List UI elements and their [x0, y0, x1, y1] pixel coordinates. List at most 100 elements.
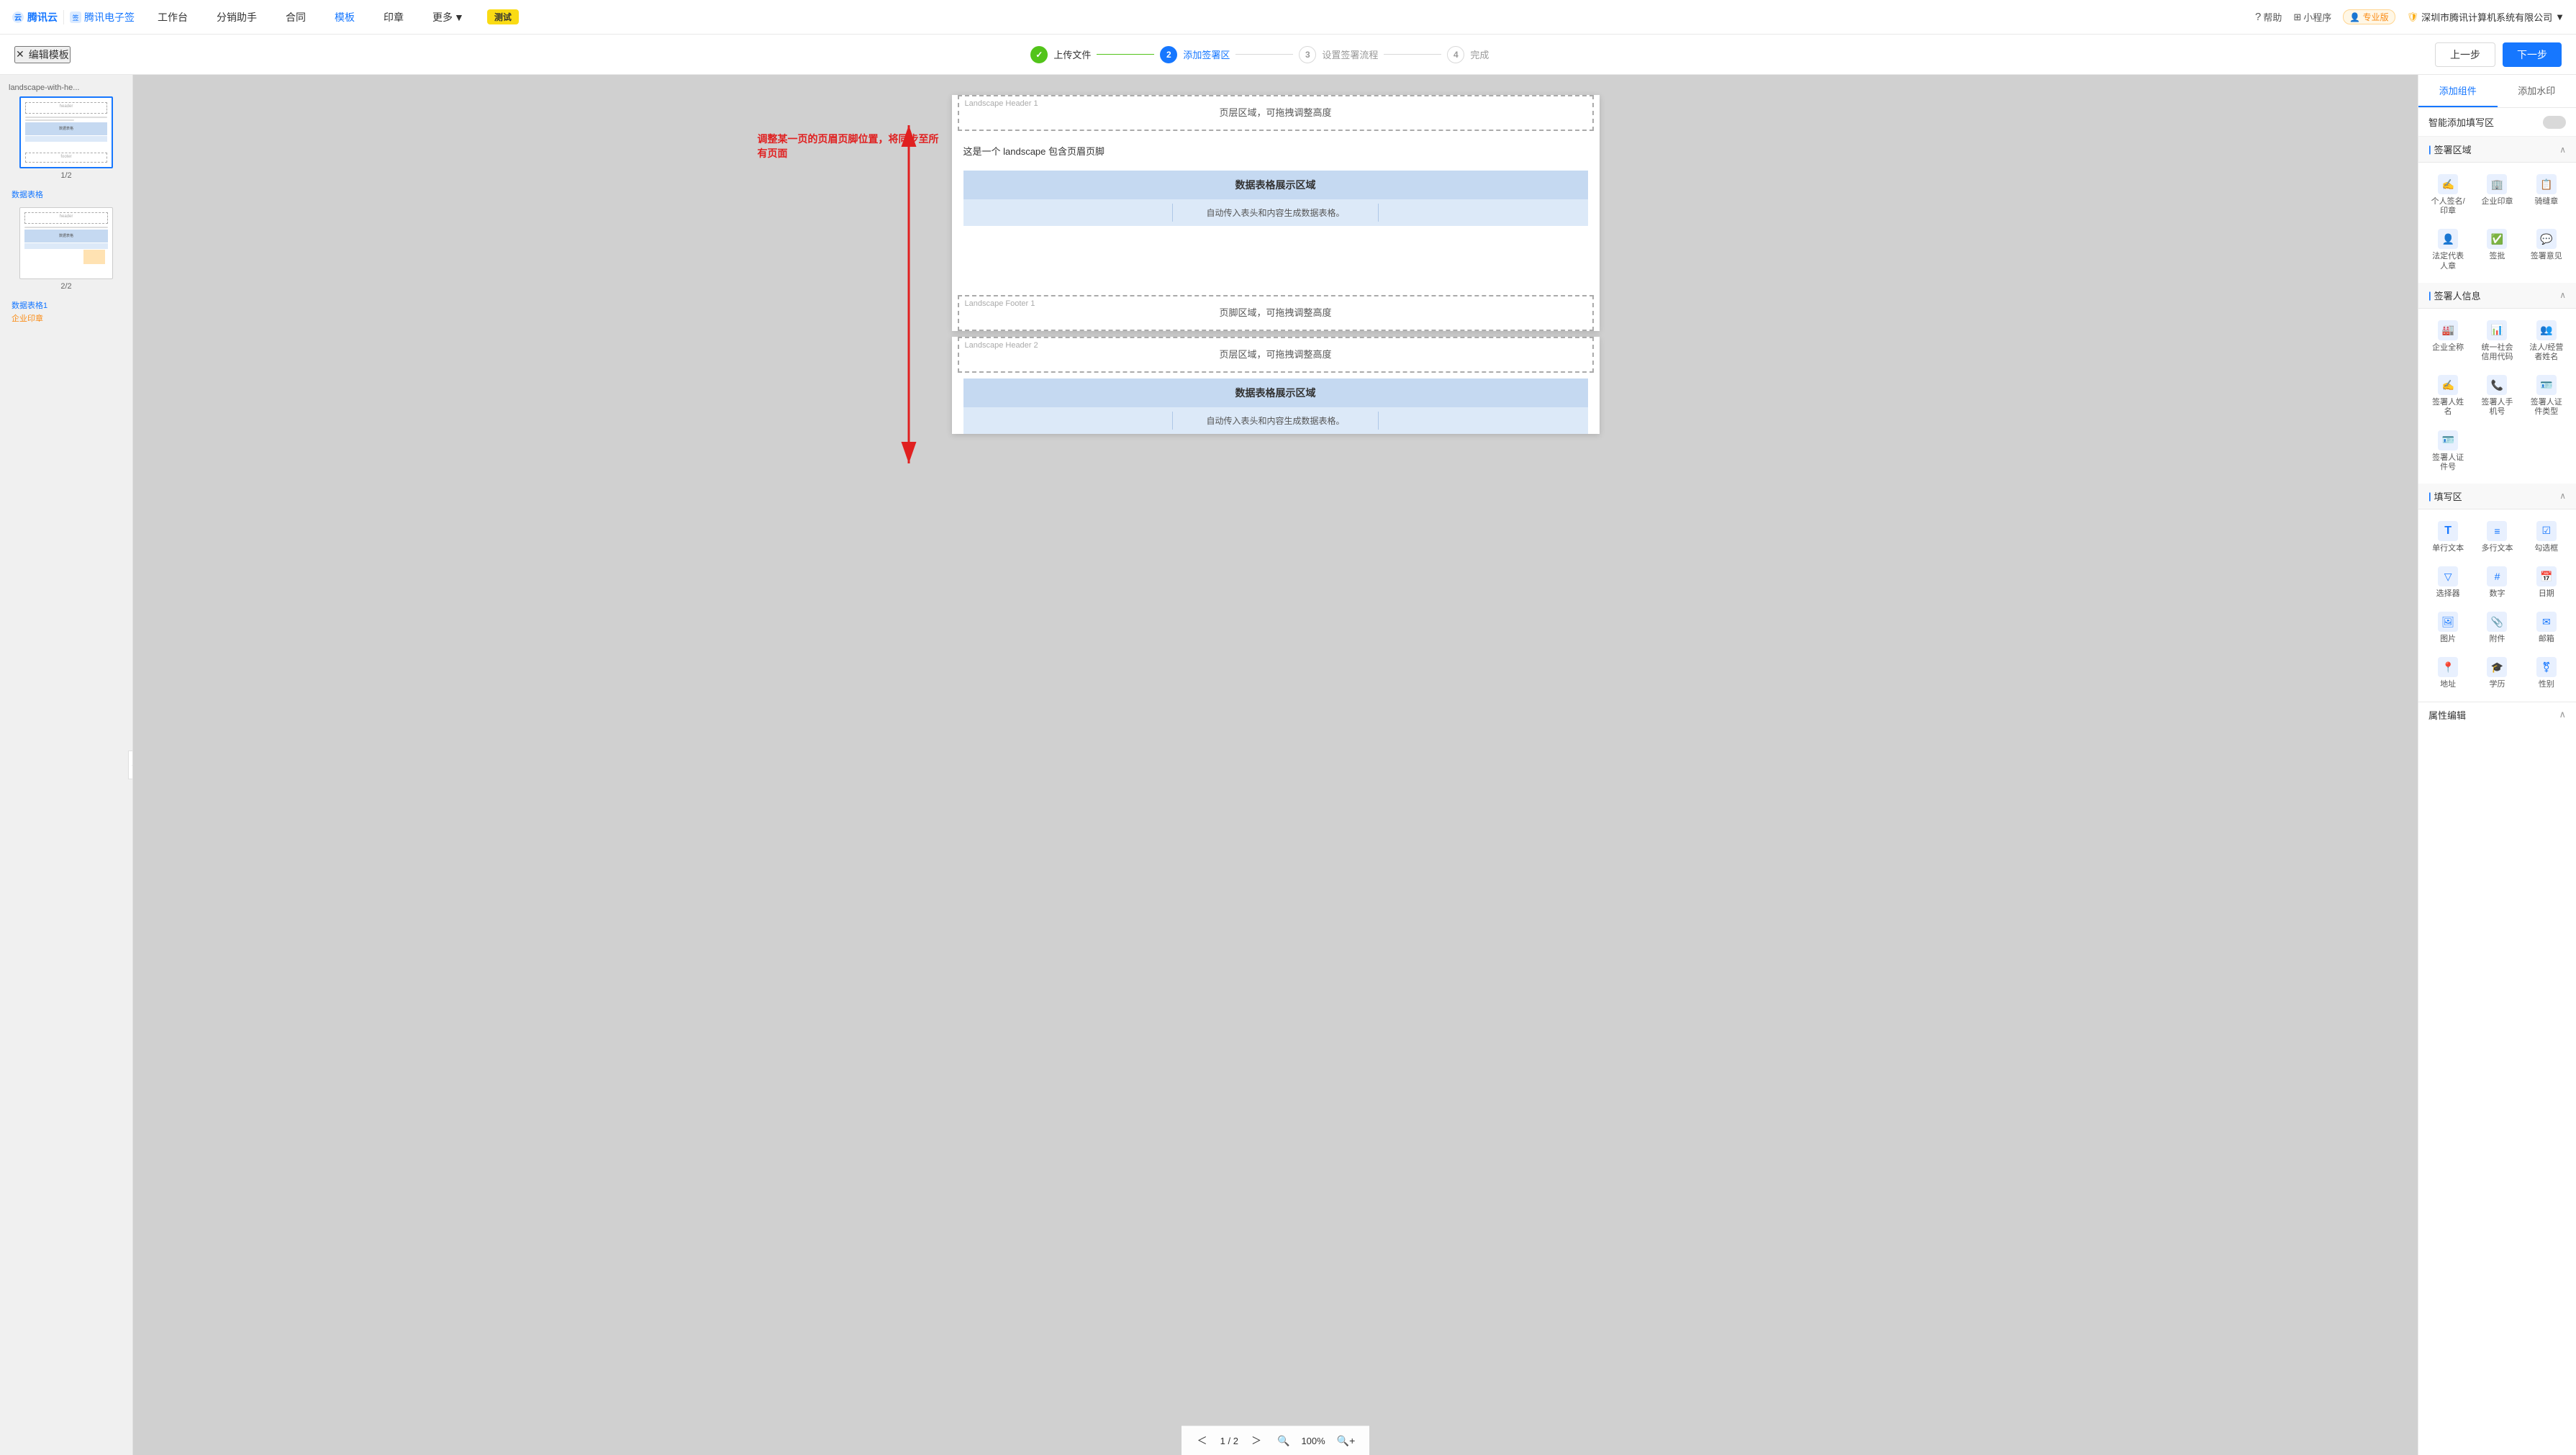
selector-label: 选择器	[2436, 589, 2460, 599]
enterprise-seal-icon: 🏢	[2487, 174, 2507, 194]
component-personal-sign[interactable]: ✍ 个人签名/印章	[2426, 170, 2470, 220]
component-enterprise-name[interactable]: 🏭 企业全称	[2426, 316, 2470, 366]
mini-program-link[interactable]: ⊞ 小程序	[2293, 10, 2331, 24]
signer-info-collapse-button[interactable]: ∧	[2559, 290, 2566, 300]
close-button[interactable]: ✕ 编辑模板	[14, 46, 71, 63]
checkbox-icon: ☑	[2536, 521, 2557, 541]
page-prev-button[interactable]: ＜	[1193, 1432, 1212, 1449]
step-3-label: 设置签署流程	[1322, 47, 1378, 61]
tab-add-component[interactable]: 添加组件	[2418, 75, 2498, 107]
riding-seal-icon: 📋	[2536, 174, 2557, 194]
auto-fill-row: 智能添加填写区	[2418, 108, 2576, 137]
component-signer-id-type[interactable]: 🪪 签署人证件类型	[2524, 371, 2569, 421]
data-table-cell-1	[968, 204, 1174, 222]
header-zone-1[interactable]: Landscape Header 1 页层区域，可拖拽调整高度	[958, 95, 1594, 131]
page-2-thumbnail[interactable]: header 数据表格 2/2	[6, 207, 127, 291]
zoom-out-button[interactable]: 🔍	[1274, 1433, 1292, 1449]
step-4-circle: 4	[1447, 46, 1464, 63]
single-text-label: 单行文本	[2432, 544, 2464, 553]
header-zone-text-1: 页层区域，可拖拽调整高度	[968, 105, 1584, 119]
nav-contract[interactable]: 合同	[280, 7, 312, 27]
image-icon: 🖼	[2438, 612, 2458, 632]
component-date[interactable]: 📅 日期	[2524, 562, 2569, 603]
fill-area-grid: T 单行文本 ≡ 多行文本 ☑ 勾选框 ▽ 选择器 # 数字 📅 日期	[2418, 509, 2576, 702]
nav-more[interactable]: 更多 ▼	[427, 7, 470, 27]
component-legal-name[interactable]: 👥 法人/经营者姓名	[2524, 316, 2569, 366]
help-link[interactable]: ? 帮助	[2255, 10, 2282, 24]
signer-id-type-icon: 🪪	[2536, 375, 2557, 395]
sign-opinion-label: 签署意见	[2531, 252, 2562, 261]
component-approve[interactable]: ✅ 签批	[2475, 225, 2519, 275]
nav-seal[interactable]: 印章	[378, 7, 409, 27]
nav-distribution[interactable]: 分销助手	[211, 7, 263, 27]
credit-code-icon: 📊	[2487, 320, 2507, 340]
component-email[interactable]: ✉ 邮箱	[2524, 607, 2569, 648]
legal-name-label: 法人/经营者姓名	[2527, 343, 2566, 362]
component-checkbox[interactable]: ☑ 勾选框	[2524, 517, 2569, 558]
component-single-text[interactable]: T 单行文本	[2426, 517, 2470, 558]
education-icon: 🎓	[2487, 657, 2507, 677]
riding-seal-label: 骑缝章	[2534, 197, 2558, 207]
component-multi-text[interactable]: ≡ 多行文本	[2475, 517, 2519, 558]
header-zone-2[interactable]: Landscape Header 2 页层区域，可拖拽调整高度	[958, 337, 1594, 373]
nav-divider	[63, 10, 64, 24]
component-signer-phone[interactable]: 📞 签署人手机号	[2475, 371, 2519, 421]
email-label: 邮箱	[2539, 635, 2554, 644]
component-legal-rep-seal[interactable]: 👤 法定代表人章	[2426, 225, 2470, 275]
attr-section: 属性编辑 ∧	[2418, 702, 2576, 728]
component-education[interactable]: 🎓 学历	[2475, 653, 2519, 694]
sub-header: ✕ 编辑模板 ✓ 上传文件 2 添加签署区 3 设置签署流程 4 完成 上一步 …	[0, 35, 2576, 75]
page-1-thumbnail[interactable]: header 数据表格 footer 1/2	[6, 96, 127, 180]
prev-button[interactable]: 上一步	[2435, 42, 2495, 67]
personal-sign-icon: ✍	[2438, 174, 2458, 194]
zoom-in-button[interactable]: 🔍+	[1334, 1433, 1359, 1449]
esign-logo[interactable]: 签 腾讯电子签	[70, 10, 135, 24]
component-signer-id-num[interactable]: 🪪 签署人证件号	[2426, 426, 2470, 476]
main-layout: landscape-with-he... header 数据表格 footer …	[0, 75, 2576, 1455]
approve-icon: ✅	[2487, 229, 2507, 249]
sidebar-collapse-button[interactable]: «	[128, 751, 133, 779]
sign-area-title: 签署区域	[2428, 142, 2472, 156]
right-panel-tabs: 添加组件 添加水印	[2418, 75, 2576, 108]
component-number[interactable]: # 数字	[2475, 562, 2519, 603]
footer-zone-1[interactable]: Landscape Footer 1 页脚区域，可拖拽调整高度	[958, 295, 1594, 331]
number-icon: #	[2487, 566, 2507, 586]
component-gender[interactable]: ⚧ 性别	[2524, 653, 2569, 694]
next-button[interactable]: 下一步	[2503, 42, 2562, 67]
data-table-cell-2-3	[1379, 412, 1584, 430]
page-next-button[interactable]: ＞	[1247, 1432, 1266, 1449]
personal-sign-label: 个人签名/印章	[2428, 197, 2467, 216]
tencent-cloud-logo[interactable]: 云 腾讯云	[12, 10, 58, 24]
nav-template[interactable]: 模板	[329, 7, 360, 27]
component-credit-code[interactable]: 📊 统一社会信用代码	[2475, 316, 2519, 366]
approve-label: 签批	[2489, 252, 2505, 261]
component-riding-seal[interactable]: 📋 骑缝章	[2524, 170, 2569, 220]
mini-program-icon: ⊞	[2293, 12, 2301, 23]
attr-collapse-icon[interactable]: ∧	[2559, 709, 2566, 720]
data-table-cell-2-1	[968, 412, 1174, 430]
nav-workbench[interactable]: 工作台	[152, 7, 194, 27]
fill-area-collapse-button[interactable]: ∧	[2559, 491, 2566, 501]
component-signer-name[interactable]: ✍ 签署人姓名	[2426, 371, 2470, 421]
nav-right-area: ? 帮助 ⊞ 小程序 👤 专业版 🛡 深圳市腾讯计算机系统有限公司 ▼	[2255, 9, 2564, 24]
attachment-label: 附件	[2489, 635, 2505, 644]
sign-area-collapse-button[interactable]: ∧	[2559, 145, 2566, 155]
pro-badge[interactable]: 👤 专业版	[2343, 9, 2395, 24]
tab-add-watermark[interactable]: 添加水印	[2498, 75, 2576, 107]
component-attachment[interactable]: 📎 附件	[2475, 607, 2519, 648]
page-content-1: 这是一个 landscape 包含页眉页脚	[952, 137, 1600, 165]
multi-text-label: 多行文本	[2481, 544, 2513, 553]
enterprise-seal-label: 企业印章	[2481, 197, 2513, 207]
step-2-circle: 2	[1160, 46, 1177, 63]
fill-area-section-header: 填写区 ∧	[2418, 484, 2576, 509]
component-address[interactable]: 📍 地址	[2426, 653, 2470, 694]
company-name[interactable]: 🛡 深圳市腾讯计算机系统有限公司 ▼	[2407, 10, 2564, 24]
component-enterprise-seal[interactable]: 🏢 企业印章	[2475, 170, 2519, 220]
auto-fill-toggle[interactable]	[2543, 116, 2566, 129]
component-selector[interactable]: ▽ 选择器	[2426, 562, 2470, 603]
component-sign-opinion[interactable]: 💬 签署意见	[2524, 225, 2569, 275]
component-image[interactable]: 🖼 图片	[2426, 607, 2470, 648]
step-1-circle: ✓	[1030, 46, 1048, 63]
sign-area-section-header: 签署区域 ∧	[2418, 137, 2576, 163]
sign-area-grid: ✍ 个人签名/印章 🏢 企业印章 📋 骑缝章 👤 法定代表人章 ✅ 签批 💬	[2418, 163, 2576, 283]
